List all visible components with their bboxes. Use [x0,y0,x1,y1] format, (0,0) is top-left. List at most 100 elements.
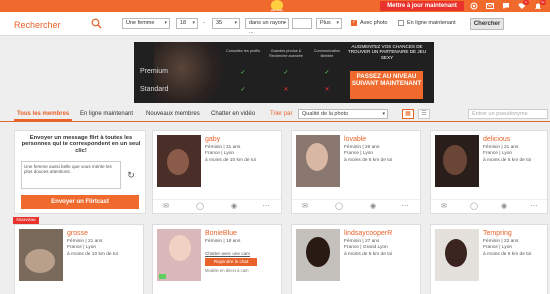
member-card[interactable]: Tempring Féminin | 22 ans France | Lyon … [430,224,548,294]
camera-icon[interactable]: ◉ [499,202,509,212]
member-name[interactable]: grosse [67,230,88,237]
mail-icon[interactable]: ✉ [300,202,310,212]
sort-select[interactable]: Qualité de la photo ▾ [298,109,388,119]
member-name[interactable]: delicious [483,136,510,143]
member-photo[interactable] [296,135,340,187]
online-now-checkbox[interactable] [398,20,404,26]
member-name[interactable]: lindsaycooperR [344,230,392,237]
member-gender-age: Féminin | 21 ans [483,145,519,150]
mail-icon[interactable] [486,2,494,10]
member-name[interactable]: BonieBlue [205,230,237,237]
radius-select[interactable]: dans un rayon ... ▾ [245,18,289,35]
member-location: France | Lyon [344,151,374,156]
camera-icon[interactable]: ◉ [229,202,239,212]
member-photo[interactable] [296,229,340,281]
member-gender-age: Féminin | 18 ans [205,239,241,244]
member-gender-age: Féminin | 21 ans [67,239,103,244]
search-icon[interactable] [91,18,102,29]
chat-icon[interactable]: ◯ [195,202,205,212]
upgrade-cta-button[interactable]: PASSEZ AU NIVEAU SUIVANT MAINTENANT [350,71,423,99]
member-gender-age: Féminin | 26 ans [344,145,380,150]
age-from-value: 18 [180,20,187,26]
more-icon[interactable]: ⋯ [400,202,410,212]
member-distance: à moins de 5 km de toi [344,158,393,163]
chevron-down-icon: ▾ [164,20,167,26]
chevron-down-icon: ▾ [336,20,339,26]
tab-online-now[interactable]: En ligne maintenant [80,111,133,117]
chat-icon[interactable]: ◯ [469,202,479,212]
new-member-badge: Nouveau [13,217,39,224]
chat-icon[interactable]: ◯ [334,202,344,212]
member-card[interactable]: grosse Féminin | 21 ans France | Lyon à … [14,224,144,294]
list-view-icon[interactable]: ☰ [418,109,430,119]
member-photo[interactable] [157,135,201,187]
member-name[interactable]: gaby [205,136,220,143]
cross-icon: ✕ [283,87,289,93]
more-icon[interactable]: ⋯ [261,202,271,212]
sort-label: Trier par [270,111,293,117]
chevron-down-icon: ▾ [192,20,195,26]
grid-view-icon[interactable]: ▦ [402,109,414,119]
heart-count-badge: 1 [523,0,529,5]
member-photo[interactable] [157,229,201,281]
member-photo[interactable] [19,229,63,281]
check-icon: ✓ [283,70,289,76]
member-card[interactable]: lovable Féminin | 26 ans France | Lyon à… [291,130,421,214]
radius-value: dans un rayon ... [249,20,284,35]
flirtcast-box: Envoyer un message flirt à toutes les pe… [14,130,146,214]
tab-video-chat[interactable]: Chatter en vidéo [211,111,255,117]
feature-view-profiles: Consultez les profils [226,49,260,53]
upgrade-now-button[interactable]: Mettre à jour maintenant [380,1,464,11]
send-flirtcast-button[interactable]: Envoyer un Flirtcast [21,195,139,209]
search-button[interactable]: Chercher [470,18,504,30]
username-search-input[interactable]: Entrer un pseudonyme [468,109,548,119]
camera-icon[interactable]: ◉ [368,202,378,212]
city-input[interactable] [292,18,312,29]
mail-icon[interactable]: ✉ [161,202,171,212]
age-from-select[interactable]: 18 ▾ [176,18,198,29]
member-distance: à moins de 5 km de toi [483,252,532,257]
member-card[interactable]: BonieBlue Féminin | 18 ans Chatter avec … [152,224,282,294]
member-distance: à moins de 10 km de toi [67,252,118,257]
tab-new-members[interactable]: Nouveaux membres [146,111,200,117]
check-icon: ✓ [240,70,246,76]
notification-count-badge: 4+ [540,0,546,5]
flirtcast-message[interactable]: Une femme aussi belle que vous mérite le… [21,161,121,189]
live-cam-icon [159,274,166,279]
more-icon[interactable]: ⋯ [529,202,539,212]
member-distance: à moins de 10 km de toi [205,158,256,163]
chat-icon[interactable] [502,2,510,10]
age-to-value: 35 [216,20,223,26]
top-bar: jeu sexy Mettre à jour maintenant 1 4+ [0,0,550,12]
member-name[interactable]: Tempring [483,230,512,237]
join-chat-button[interactable]: Rejoindre le chat [205,258,257,266]
gender-value: Une femme [126,20,155,26]
site-logo[interactable]: jeu sexy [270,0,284,12]
member-location: France | Lyon [67,245,97,250]
tab-all-members[interactable]: Tous les membres [13,111,73,121]
filter-tabs: Tous les membres En ligne maintenant Nou… [0,108,550,122]
feature-unlimited-communication: Communication illimitée [313,49,341,58]
mail-icon[interactable]: ✉ [439,202,449,212]
refresh-icon[interactable]: ↻ [125,169,137,181]
member-card[interactable]: delicious Féminin | 21 ans France | Lyon… [430,130,548,214]
with-photo-checkbox[interactable] [351,19,357,26]
distance-value: Plus [320,20,331,26]
online-now-label: En ligne maintenant [407,20,456,26]
distance-select[interactable]: Plus ▾ [316,18,342,29]
member-photo[interactable] [435,135,479,187]
camera-icon[interactable] [470,2,478,10]
age-separator: - [203,20,205,26]
member-gender-age: Féminin | 27 ans [344,239,380,244]
page-title: Rechercher [14,20,61,30]
cam-chat-link[interactable]: Chatter avec une cam [205,251,250,256]
member-name[interactable]: lovable [344,136,366,143]
live-model-note: Modèle en direct à cam [205,268,249,273]
premium-banner[interactable]: Premium Standard Consultez les profils G… [134,42,434,103]
member-photo[interactable] [435,229,479,281]
gender-select[interactable]: Une femme ▾ [122,18,170,29]
age-to-select[interactable]: 35 ▾ [212,18,240,29]
tier-premium-label: Premium [140,68,169,75]
member-card[interactable]: lindsaycooperR Féminin | 27 ans France |… [291,224,421,294]
member-card[interactable]: gaby Féminin | 31 ans France | Lyon à mo… [152,130,282,214]
